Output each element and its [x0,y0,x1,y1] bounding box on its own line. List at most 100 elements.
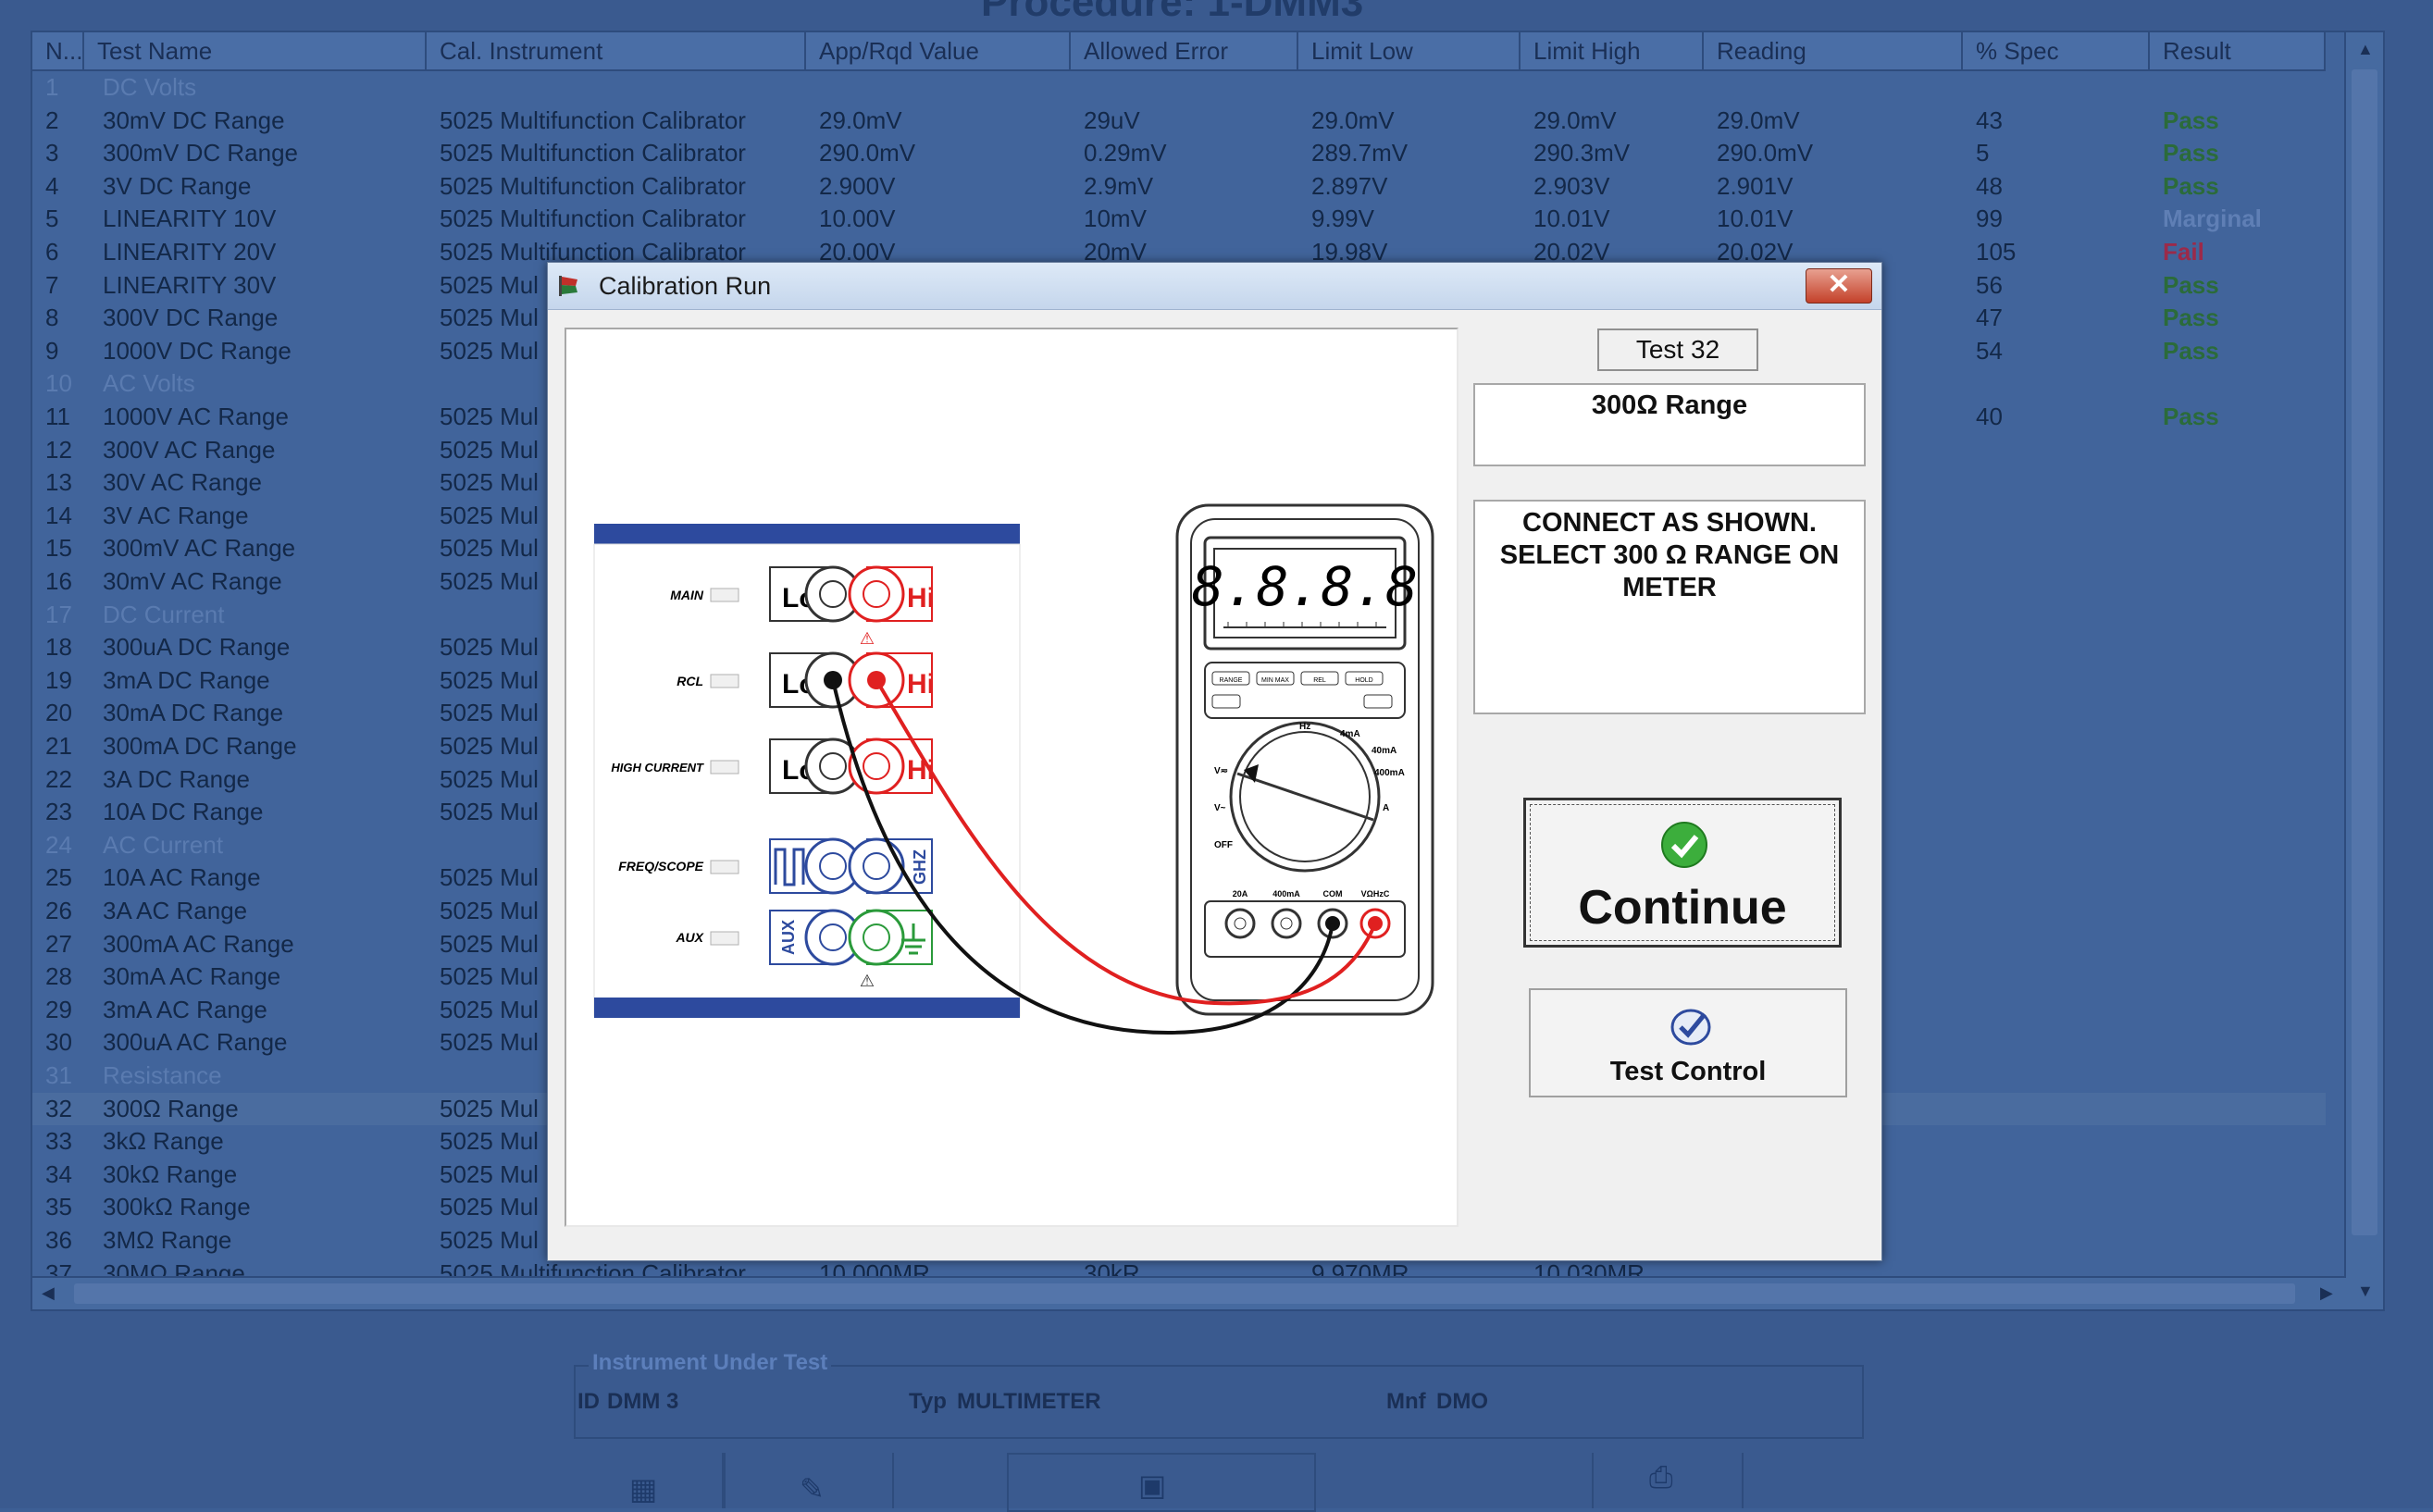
cell-name: LINEARITY 20V [103,238,277,266]
cell-n: 10 [45,369,72,398]
cell-app [819,71,1069,105]
checkmark-icon [1661,822,1707,868]
meter-btn-range: RANGE [1220,677,1243,684]
cell-name: 3V DC Range [103,171,252,200]
cell-name: 3A DC Range [103,764,250,793]
warning-icon-1: ⚠ [860,629,875,648]
col-result[interactable]: Result [2150,32,2326,69]
scroll-up-icon[interactable]: ▲ [2357,40,2374,59]
cell-spec [1976,1224,2148,1258]
cell-result [2163,1026,2326,1060]
cell-result: Pass [2163,304,2219,332]
vertical-scrollbar[interactable]: ▲ ▼ [2344,32,2383,1309]
cell-n: 11 [45,403,70,430]
grid-header: N... Test Name Cal. Instrument App/Rqd V… [32,32,2326,71]
col-spec[interactable]: % Spec [1963,32,2150,69]
cell-result [2163,796,2326,829]
cell-n: 20 [45,699,72,727]
cell-n: 36 [45,1226,72,1254]
rcl-hi-label: Hi [907,669,935,700]
cell-spec [1976,565,2148,599]
cell-reading: 2.901V [1717,171,1794,200]
cell-result: Fail [2163,238,2204,266]
cell-n: 12 [45,435,72,464]
cell-result [2163,895,2326,928]
run-icon: ▣ [1138,1469,1167,1502]
meter-btn-rel: REL [1313,677,1326,684]
cell-result: Pass [2163,270,2219,299]
cell-n: 3 [45,139,59,167]
cell-n: 16 [45,567,72,595]
cell-spec [1976,895,2148,928]
cell-n: 26 [45,897,72,924]
continue-button[interactable]: Continue [1523,798,1842,948]
table-row[interactable]: 2 30mV DC Range 5025 Multifunction Calibra… [32,105,2326,138]
cell-spec [1976,1060,2148,1093]
cell-result [2163,1191,2326,1224]
col-limit-low[interactable]: Limit Low [1298,32,1521,69]
horizontal-scrollbar[interactable]: ◀ ▶ [32,1276,2346,1309]
section-row[interactable]: 1 DC Volts [32,71,2326,105]
cell-spec [1976,994,2148,1027]
cell-result [2163,1125,2326,1159]
cell-name: 30V AC Range [103,468,263,497]
cell-result [2163,1093,2326,1126]
iut-mnf-label: Mnf [1386,1389,1426,1414]
toolbar-button-4[interactable]: ⎙ [1592,1453,1744,1508]
table-row[interactable]: 3 300mV DC Range 5025 Multifunction Calibr… [32,137,2326,170]
dialog-titlebar[interactable]: Calibration Run ✕ [548,263,1881,310]
cell-name: DC Volts [103,73,197,101]
label-main: MAIN [670,588,704,602]
col-test-name[interactable]: Test Name [84,32,427,69]
table-row[interactable]: 4 3V DC Range 5025 Multifunction Calibrato… [32,170,2326,204]
scroll-right-icon[interactable]: ▶ [2320,1283,2333,1303]
cell-result: Pass [2163,336,2219,365]
toolbar-button-1[interactable]: ▦ [629,1453,724,1508]
cell-result [2163,861,2326,895]
iut-typ-label: Typ [909,1389,947,1414]
toolbar-button-2[interactable]: ✎ [724,1453,894,1508]
toolbar-button-run[interactable]: ▣ [1007,1453,1316,1512]
col-limit-high[interactable]: Limit High [1521,32,1704,69]
cell-spec: 48 [1976,171,2003,200]
col-app-value[interactable]: App/Rqd Value [806,32,1071,69]
dial-label-vdc: V≂ [1214,766,1228,776]
cell-spec [1976,434,2148,467]
test-control-button[interactable]: Test Control [1529,988,1847,1097]
col-allowed-error[interactable]: Allowed Error [1071,32,1298,69]
table-row[interactable]: 5 LINEARITY 10V 5025 Multifunction Calibra… [32,203,2326,236]
cell-spec [1976,71,2148,105]
cell-spec [1976,861,2148,895]
scroll-down-icon[interactable]: ▼ [2357,1282,2374,1301]
cell-spec [1976,763,2148,797]
col-cal-instrument[interactable]: Cal. Instrument [427,32,806,69]
cell-high: 29.0mV [1533,105,1617,134]
cell-name: 300mA DC Range [103,732,297,760]
horizontal-scroll-thumb[interactable] [74,1283,2295,1304]
cell-spec [1976,796,2148,829]
cell-result: Pass [2163,171,2219,200]
cell-inst: 5025 Multifunction Calibrator [440,139,746,167]
cell-reading: 290.0mV [1717,139,1814,167]
cell-n: 24 [45,830,72,859]
dial-label-off: OFF [1214,840,1233,850]
col-reading[interactable]: Reading [1704,32,1963,69]
cell-n: 28 [45,962,72,991]
cell-spec [1976,960,2148,994]
cell-n: 14 [45,501,72,529]
close-button[interactable]: ✕ [1806,268,1872,304]
vertical-scroll-thumb[interactable] [2352,69,2377,1235]
col-number[interactable]: N... [32,32,84,69]
cell-spec [1976,1125,2148,1159]
cell-n: 21 [45,732,72,760]
cell-n: 23 [45,798,72,826]
cell-n: 25 [45,863,72,892]
cell-result [2163,829,2326,862]
bottom-toolbar: ▦ ✎ ▣ ⎙ [629,1453,1851,1512]
cell-spec [1976,1026,2148,1060]
cell-name: LINEARITY 10V [103,204,277,233]
cell-n: 2 [45,105,59,134]
cell-n: 5 [45,204,59,233]
cell-app: 290.0mV [819,139,916,167]
scroll-left-icon[interactable]: ◀ [42,1283,55,1303]
